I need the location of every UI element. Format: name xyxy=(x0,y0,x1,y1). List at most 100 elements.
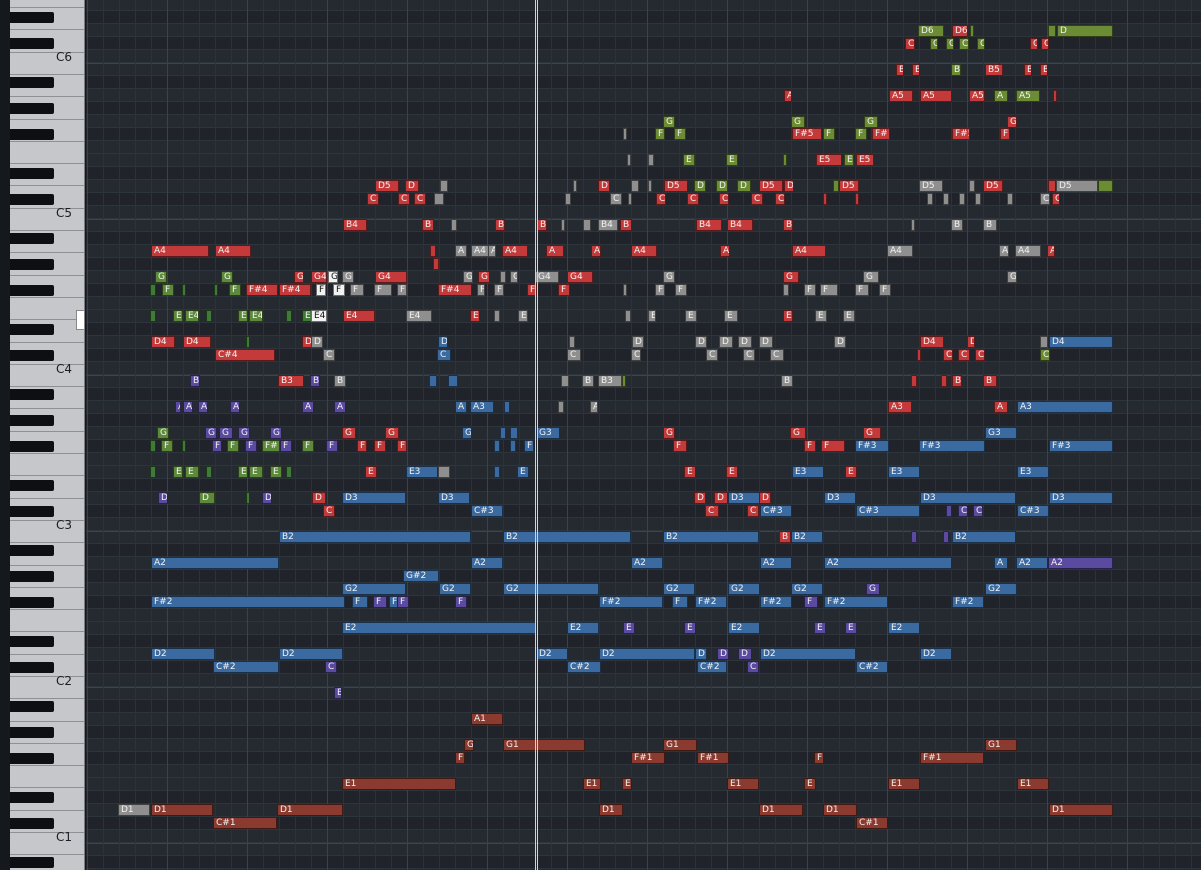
midi-note[interactable]: G3 xyxy=(985,427,1017,439)
midi-note[interactable] xyxy=(494,466,500,478)
midi-note[interactable]: F#3 xyxy=(919,440,985,452)
midi-note[interactable]: D4 xyxy=(151,336,175,348)
midi-note[interactable]: F xyxy=(477,284,485,296)
midi-note[interactable]: F#4 xyxy=(246,284,278,296)
midi-note[interactable] xyxy=(583,219,591,231)
midi-note[interactable]: D xyxy=(158,492,168,504)
midi-note[interactable]: G2 xyxy=(439,583,471,595)
midi-note[interactable]: F#2 xyxy=(695,596,727,608)
midi-note[interactable]: G xyxy=(270,427,282,439)
midi-note[interactable]: C xyxy=(958,349,970,361)
midi-note[interactable]: C xyxy=(770,349,784,361)
midi-note[interactable]: C xyxy=(958,505,968,517)
midi-note[interactable]: B xyxy=(495,219,505,231)
midi-note[interactable]: C xyxy=(610,193,622,205)
midi-note[interactable]: F xyxy=(280,440,292,452)
midi-note[interactable]: E1 xyxy=(727,778,759,790)
midi-note[interactable]: E xyxy=(517,466,529,478)
midi-note[interactable]: A2 xyxy=(824,557,952,569)
midi-note[interactable] xyxy=(623,128,627,140)
midi-note[interactable]: B2 xyxy=(503,531,631,543)
midi-note[interactable]: B xyxy=(951,219,963,231)
midi-note[interactable]: F xyxy=(357,440,367,452)
midi-note[interactable]: F xyxy=(655,284,665,296)
midi-note[interactable]: D xyxy=(311,336,323,348)
midi-note[interactable]: C xyxy=(1041,38,1049,50)
midi-note[interactable]: G2 xyxy=(791,583,823,595)
midi-note[interactable]: F#2 xyxy=(824,596,888,608)
midi-note[interactable]: E xyxy=(518,310,528,322)
midi-note[interactable]: F xyxy=(397,596,409,608)
midi-note[interactable]: F#1 xyxy=(631,752,665,764)
midi-note[interactable]: F xyxy=(675,284,687,296)
midi-note[interactable]: E3 xyxy=(792,466,824,478)
midi-note[interactable]: D xyxy=(967,336,975,348)
midi-note[interactable]: G3 xyxy=(536,427,560,439)
midi-note[interactable]: C xyxy=(751,193,763,205)
midi-note[interactable]: G4 xyxy=(567,271,593,283)
midi-note[interactable]: A5 xyxy=(969,90,985,102)
midi-note[interactable]: F#1 xyxy=(697,752,729,764)
midi-note[interactable]: G xyxy=(663,116,675,128)
midi-note[interactable]: D xyxy=(1057,25,1113,37)
midi-note[interactable]: D xyxy=(632,336,644,348)
midi-note[interactable]: A4 xyxy=(215,245,251,257)
midi-note[interactable]: G2 xyxy=(342,583,406,595)
midi-note[interactable]: B xyxy=(1024,64,1032,76)
midi-note[interactable]: G2 xyxy=(663,583,695,595)
midi-note[interactable]: C xyxy=(1030,38,1038,50)
midi-note[interactable]: D4 xyxy=(1049,336,1113,348)
black-key[interactable] xyxy=(10,350,54,361)
midi-note[interactable]: D1 xyxy=(599,804,623,816)
midi-note[interactable] xyxy=(286,466,292,478)
black-key[interactable] xyxy=(10,597,54,608)
black-key[interactable] xyxy=(10,415,54,426)
midi-note[interactable]: C#3 xyxy=(471,505,503,517)
midi-note[interactable]: F#2 xyxy=(760,596,792,608)
midi-note[interactable] xyxy=(569,336,575,348)
midi-note[interactable]: G xyxy=(205,427,217,439)
midi-note[interactable]: F xyxy=(397,284,407,296)
midi-note[interactable]: B xyxy=(190,375,200,387)
midi-note[interactable]: C xyxy=(437,349,451,361)
black-key[interactable] xyxy=(10,701,54,712)
midi-note[interactable]: G2 xyxy=(503,583,599,595)
midi-note[interactable]: C xyxy=(323,349,335,361)
midi-note[interactable]: F xyxy=(804,596,818,608)
midi-note[interactable]: B xyxy=(334,375,346,387)
black-key[interactable] xyxy=(10,545,54,556)
midi-note[interactable]: E xyxy=(815,310,827,322)
midi-note[interactable] xyxy=(1048,180,1056,192)
midi-note[interactable]: G xyxy=(866,583,880,595)
midi-note[interactable] xyxy=(500,271,506,283)
midi-note[interactable]: D xyxy=(694,492,706,504)
black-key[interactable] xyxy=(10,636,54,647)
midi-note[interactable]: C#4 xyxy=(215,349,275,361)
midi-note[interactable]: F xyxy=(373,596,387,608)
midi-note[interactable]: A2 xyxy=(471,557,503,569)
midi-note[interactable]: C xyxy=(656,193,666,205)
midi-note[interactable] xyxy=(911,219,915,231)
midi-note[interactable]: D xyxy=(695,648,707,660)
midi-note[interactable]: F xyxy=(374,284,392,296)
midi-note[interactable]: F xyxy=(316,284,326,296)
midi-note[interactable]: B xyxy=(912,64,920,76)
midi-note[interactable] xyxy=(246,336,250,348)
midi-note[interactable]: E xyxy=(726,466,738,478)
black-key[interactable] xyxy=(10,233,54,244)
midi-note[interactable]: A4 xyxy=(887,245,913,257)
midi-note[interactable]: B4 xyxy=(696,219,722,231)
midi-note[interactable]: F xyxy=(212,440,222,452)
midi-note[interactable] xyxy=(970,25,974,37)
midi-note[interactable] xyxy=(206,310,212,322)
midi-note[interactable]: A xyxy=(590,401,598,413)
midi-note[interactable]: E xyxy=(684,622,696,634)
midi-note[interactable] xyxy=(855,193,859,205)
midi-note[interactable]: E3 xyxy=(888,466,920,478)
midi-note[interactable]: D xyxy=(738,336,752,348)
black-key[interactable] xyxy=(10,662,54,673)
midi-note[interactable]: D xyxy=(759,492,771,504)
midi-note[interactable]: A5 xyxy=(1016,90,1040,102)
midi-note[interactable]: D6 xyxy=(918,25,944,37)
midi-note[interactable]: F xyxy=(1000,128,1010,140)
